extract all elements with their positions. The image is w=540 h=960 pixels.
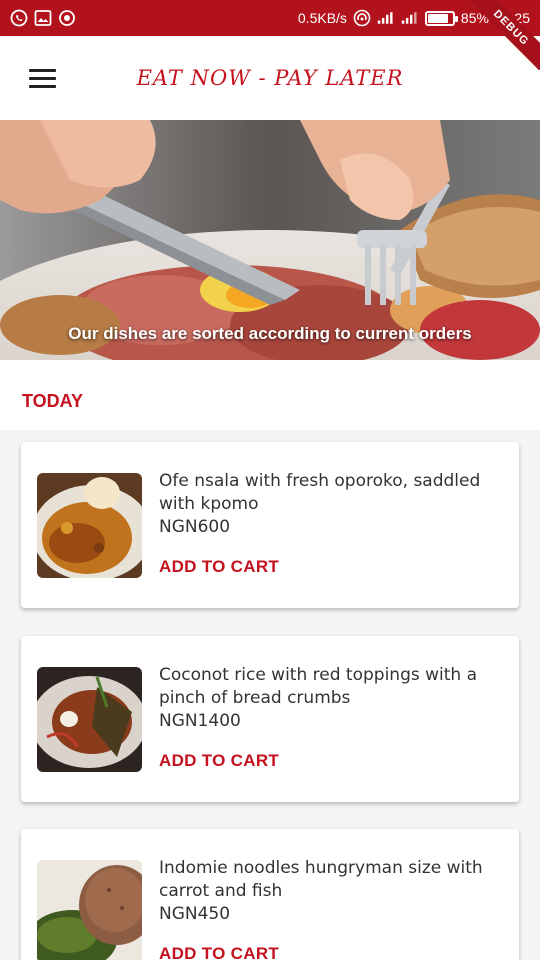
- signal-icon: [377, 9, 395, 27]
- dish-name: Ofe nsala with fresh oporoko, saddled wi…: [159, 471, 481, 514]
- debug-banner-wrap: DEBUG: [470, 0, 540, 70]
- dish-price: NGN600: [159, 517, 231, 537]
- dish-image: [37, 473, 142, 578]
- dish-card: Coconot rice with red toppings with a pi…: [21, 636, 519, 802]
- dish-price: NGN450: [159, 904, 231, 924]
- status-bar: 0.5KB/s 85% 23:25: [0, 0, 540, 36]
- hotspot-icon: [353, 9, 371, 27]
- hero-caption: Our dishes are sorted according to curre…: [68, 324, 472, 343]
- dish-card: Indomie noodles hungryman size with carr…: [21, 829, 519, 960]
- dish-price: NGN1400: [159, 711, 241, 731]
- section-header: TODAY: [0, 360, 540, 430]
- whatsapp-icon: [10, 9, 28, 27]
- dish-name: Coconot rice with red toppings with a pi…: [159, 665, 478, 708]
- hamburger-menu-icon[interactable]: [13, 50, 69, 106]
- debug-banner: DEBUG: [470, 0, 540, 70]
- signal-4g-icon: [401, 9, 419, 27]
- hero-banner: Our dishes are sorted according to curre…: [0, 120, 540, 360]
- section-title: TODAY: [22, 390, 84, 411]
- app-bar: EAT NOW - PAY LATER: [0, 36, 540, 120]
- add-to-cart-button[interactable]: ADD TO CART: [159, 751, 279, 771]
- dish-name: Indomie noodles hungryman size with carr…: [159, 858, 483, 901]
- image-icon: [34, 9, 52, 27]
- dish-image: [37, 667, 142, 772]
- record-icon: [58, 9, 76, 27]
- app-title: EAT NOW - PAY LATER: [136, 66, 404, 90]
- dish-card: Ofe nsala with fresh oporoko, saddled wi…: [21, 442, 519, 608]
- add-to-cart-button[interactable]: ADD TO CART: [159, 944, 279, 960]
- add-to-cart-button[interactable]: ADD TO CART: [159, 557, 279, 577]
- battery-icon: [424, 10, 458, 26]
- dish-image: [37, 860, 142, 960]
- network-speed: 0.5KB/s: [297, 10, 347, 26]
